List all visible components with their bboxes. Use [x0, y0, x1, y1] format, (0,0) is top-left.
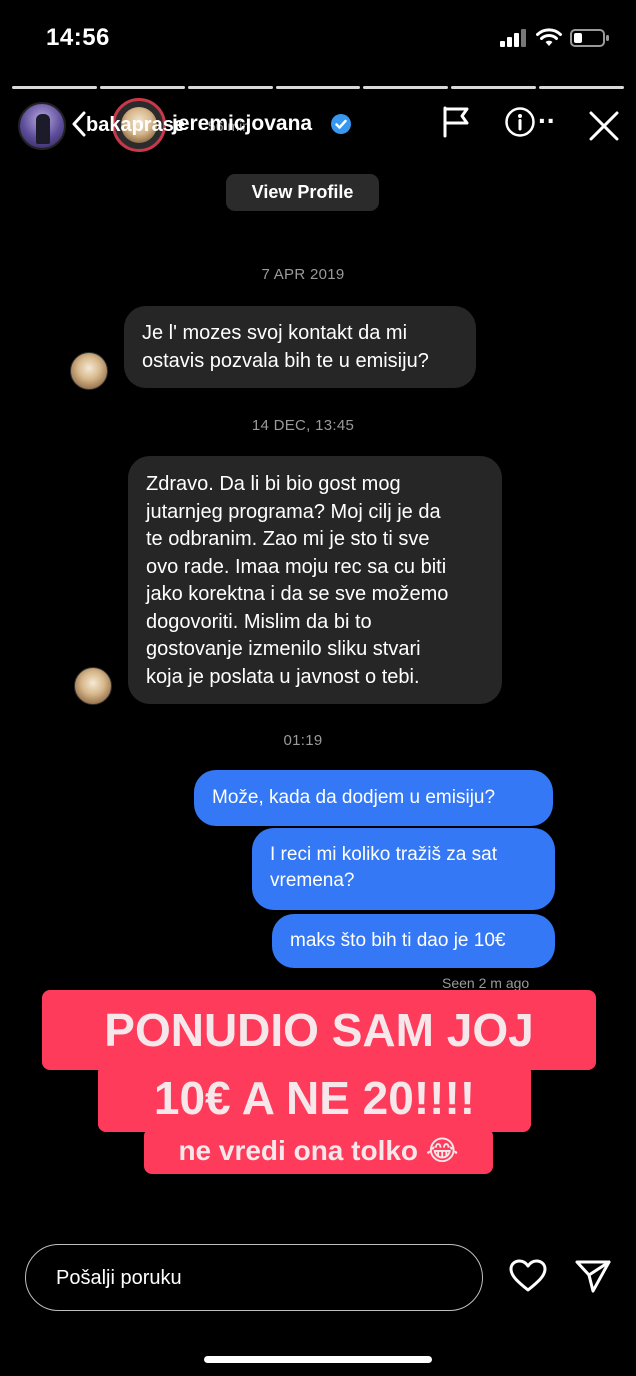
battery-icon	[570, 29, 609, 47]
message-line: te odbranim. Zao mi je sto ti sve	[146, 528, 430, 550]
flag-icon[interactable]	[442, 106, 470, 138]
progress-segment	[539, 86, 625, 89]
caption-line: ne vredi ona tolko 😂	[144, 1128, 493, 1174]
message-line: ovo rade. Imaa moju rec sa cu biti	[146, 555, 447, 578]
message-timestamp: 01:19	[283, 732, 323, 749]
signal-icon	[500, 29, 526, 47]
dm-username: jeremicjovana	[172, 112, 313, 135]
message-input[interactable]	[25, 1244, 483, 1311]
status-time: 14:56	[46, 24, 110, 51]
message-line: jako korektna i da se sve možemo	[146, 583, 449, 605]
send-icon[interactable]	[574, 1258, 612, 1294]
info-icon[interactable]	[504, 106, 536, 138]
view-profile-button[interactable]: View Profile	[226, 174, 379, 211]
home-indicator	[204, 1356, 432, 1363]
message-line: gostovanje izmenilo sliku stvari	[146, 638, 421, 660]
message-line: Može, kada da dodjem u emisiju?	[212, 787, 496, 808]
sender-avatar	[70, 352, 108, 390]
message-line: koja je poslata u javnost o tebi.	[146, 665, 420, 688]
story-avatar[interactable]	[18, 102, 66, 150]
story-progress	[12, 86, 625, 89]
message-line: vremena?	[270, 870, 355, 891]
status-icons	[500, 28, 610, 48]
incoming-message: Zdravo. Da li bi bio gost mog jutarnjeg …	[128, 456, 502, 704]
message-line: dogovoriti. Mislim da bi to	[146, 610, 372, 633]
message-input-field[interactable]	[56, 1263, 456, 1293]
message-line: I reci mi koliko tražiš za sat	[270, 844, 497, 865]
message-line: Je l' mozes svoj kontakt da mi	[142, 322, 408, 344]
outgoing-message: I reci mi koliko tražiš za sat vremena?	[252, 828, 555, 910]
progress-segment	[451, 86, 537, 89]
progress-segment	[12, 86, 97, 89]
message-line: Zdravo. Da li bi bio gost mog	[146, 473, 401, 495]
progress-segment	[363, 86, 449, 89]
message-timestamp: 14 DEC, 13:45	[251, 417, 355, 434]
outgoing-message: maks što bih ti dao je 10€	[272, 914, 555, 968]
outgoing-message: Može, kada da dodjem u emisiju?	[194, 770, 553, 826]
seen-status: Seen 2 m ago	[442, 975, 530, 991]
progress-segment	[187, 86, 273, 89]
message-line: ostavis pozvala bih te u emisiju?	[142, 349, 429, 372]
message-line: jutarnjeg programa? Moj cilj je da	[146, 500, 441, 523]
progress-segment	[99, 86, 185, 89]
message-line: maks što bih ti dao je 10€	[290, 930, 506, 951]
story-username[interactable]: bakaprase	[86, 114, 185, 137]
story-header: 56 min bakaprase jeremicjovana ..	[0, 96, 636, 156]
incoming-message: Je l' mozes svoj kontakt da mi ostavis p…	[124, 306, 476, 388]
progress-segment	[275, 86, 361, 89]
more-options-icon[interactable]: ..	[538, 98, 556, 130]
message-timestamp: 7 APR 2019	[261, 266, 345, 283]
verified-badge-icon	[331, 114, 351, 134]
caption-line: PONUDIO SAM JOJ	[42, 990, 596, 1070]
close-icon[interactable]	[588, 110, 620, 142]
wifi-icon	[536, 28, 562, 46]
caption-line: 10€ A NE 20!!!!	[98, 1064, 531, 1132]
heart-icon[interactable]	[508, 1258, 548, 1294]
status-bar: 14:56	[0, 0, 636, 80]
sender-avatar	[74, 667, 112, 705]
